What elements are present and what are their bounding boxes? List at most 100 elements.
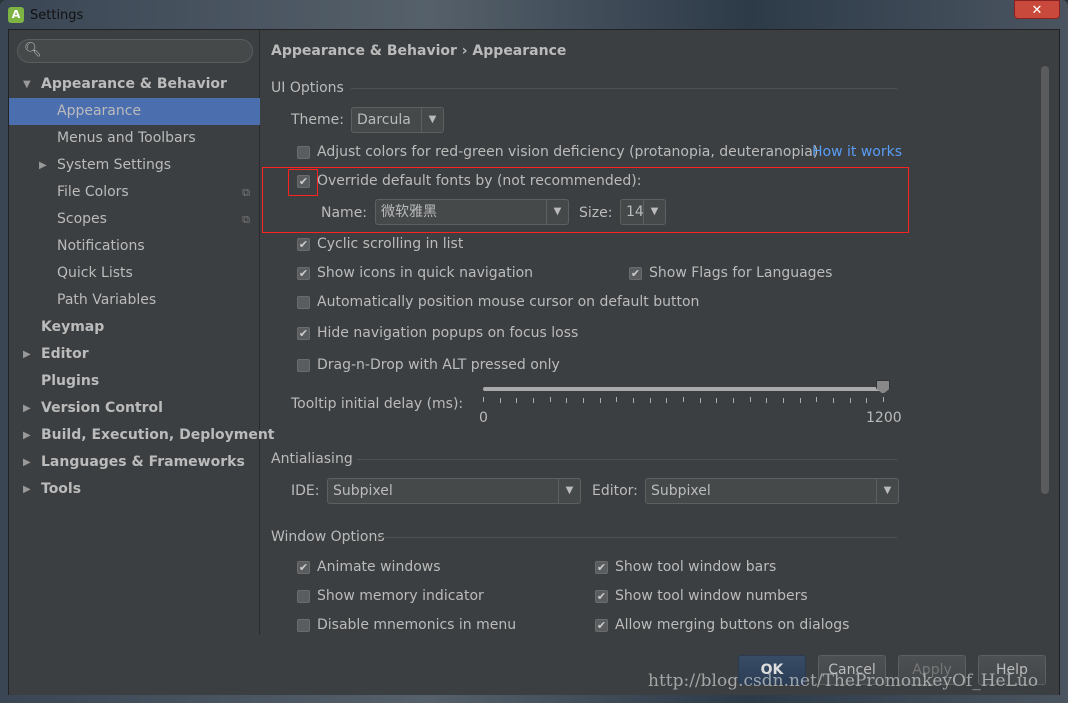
slider-tick (849, 398, 851, 403)
theme-value: Darcula (357, 112, 411, 128)
tooltip-delay-slider[interactable] (483, 387, 883, 391)
sidebar-item-label: Keymap (41, 319, 105, 335)
slider-tick (599, 398, 601, 403)
slider-tick (633, 398, 634, 403)
slider-tick (799, 398, 801, 403)
sidebar-item[interactable]: Plugins (9, 368, 260, 395)
slider-tick (783, 398, 784, 403)
show-icons-checkbox[interactable]: ✔ (297, 267, 310, 280)
theme-label: Theme: (291, 112, 345, 128)
sidebar-item[interactable]: ▶ System Settings (9, 152, 260, 179)
font-size-value: 14 (626, 204, 644, 220)
sidebar-item-label: Editor (41, 346, 89, 362)
collapsed-arrow-icon[interactable]: ▶ (23, 422, 31, 449)
hide-nav-checkbox[interactable]: ✔ (297, 327, 310, 340)
tool-bars-label: Show tool window bars (615, 559, 777, 575)
sidebar-item-label: Path Variables (57, 292, 157, 308)
search-input[interactable]: 🔍︎ (17, 39, 253, 63)
override-fonts-checkbox[interactable]: ✔ (297, 175, 310, 188)
watermark: http://blog.csdn.net/ThePromonkeyOf_HeLu… (648, 671, 1039, 691)
slider-tick (699, 398, 701, 403)
sidebar-item-label: Notifications (57, 238, 145, 254)
sidebar-item[interactable]: Notifications (9, 233, 260, 260)
sidebar-item-label: Appearance (57, 103, 142, 119)
sidebar-item-label: System Settings (57, 157, 172, 173)
slider-tick (766, 398, 768, 403)
font-size-label: Size: (579, 205, 613, 221)
chevron-down-icon: ▼ (546, 200, 568, 224)
tool-numbers-checkbox[interactable]: ✔ (595, 590, 608, 603)
show-flags-label: Show Flags for Languages (649, 265, 833, 281)
mnemonics-checkbox[interactable] (297, 619, 310, 632)
sidebar-item[interactable]: Menus and Toolbars (9, 125, 260, 152)
sidebar-item[interactable]: File Colors ⧉ (9, 179, 260, 206)
slider-tick (816, 397, 818, 402)
chevron-down-icon: ▼ (558, 479, 580, 503)
animate-checkbox[interactable]: ✔ (297, 561, 310, 574)
collapsed-arrow-icon[interactable]: ▶ (23, 341, 31, 368)
sidebar-item-label: Build, Execution, Deployment (41, 427, 275, 443)
cyclic-label: Cyclic scrolling in list (317, 236, 464, 252)
sidebar-item-label: Version Control (41, 400, 163, 416)
collapsed-arrow-icon[interactable]: ▶ (23, 449, 31, 476)
tooltip-delay-label: Tooltip initial delay (ms): (291, 396, 464, 412)
slider-tick (716, 398, 718, 403)
adjust-colors-label: Adjust colors for red-green vision defic… (317, 144, 819, 160)
breadcrumb: Appearance & Behavior › Appearance (271, 43, 567, 59)
sidebar-item[interactable]: Path Variables (9, 287, 260, 314)
sidebar-item[interactable]: ▼ Appearance & Behavior (9, 71, 260, 98)
appearance-panel: Appearance & Behavior › Appearance UI Op… (261, 30, 1051, 635)
how-it-works-link[interactable]: How it works (812, 144, 902, 160)
title-bar: A Settings (8, 4, 83, 26)
merging-checkbox[interactable]: ✔ (595, 619, 608, 632)
sidebar-item-label: File Colors (57, 184, 129, 200)
sidebar-item[interactable]: ▶ Version Control (9, 395, 260, 422)
sidebar-item-label: Plugins (41, 373, 100, 389)
drag-drop-checkbox[interactable] (297, 359, 310, 372)
sidebar-item[interactable]: Keymap (9, 314, 260, 341)
memory-label: Show memory indicator (317, 588, 484, 604)
collapsed-arrow-icon[interactable]: ▶ (23, 476, 31, 503)
collapsed-arrow-icon[interactable]: ▶ (23, 395, 31, 422)
auto-position-label: Automatically position mouse cursor on d… (317, 294, 700, 310)
settings-tree: ▼ Appearance & Behavior Appearance Menus an… (9, 71, 275, 503)
collapsed-arrow-icon[interactable]: ▶ (39, 152, 47, 179)
chevron-down-icon: ▼ (643, 200, 665, 224)
slider-tick (566, 398, 568, 403)
auto-position-checkbox[interactable] (297, 296, 310, 309)
sidebar-item[interactable]: ▶ Languages & Frameworks (9, 449, 260, 476)
ide-antialiasing-select[interactable]: Subpixel ▼ (327, 478, 581, 504)
close-button[interactable]: ✕ (1014, 0, 1060, 19)
sidebar-item[interactable]: Quick Lists (9, 260, 260, 287)
tool-bars-checkbox[interactable]: ✔ (595, 561, 608, 574)
sidebar-item-label: Languages & Frameworks (41, 454, 245, 470)
slider-tick (549, 397, 551, 402)
slider-tick (883, 397, 884, 402)
sidebar-item[interactable]: Scopes ⧉ (9, 206, 260, 233)
theme-select[interactable]: Darcula ▼ (351, 107, 444, 133)
show-flags-checkbox[interactable]: ✔ (629, 267, 642, 280)
slider-max-label: 1200 (866, 410, 902, 426)
sidebar-item[interactable]: ▶ Tools (9, 476, 260, 503)
expanded-arrow-icon[interactable]: ▼ (23, 71, 31, 98)
memory-checkbox[interactable] (297, 590, 310, 603)
slider-tick (649, 398, 651, 403)
editor-value: Subpixel (651, 483, 711, 499)
slider-tick (866, 398, 868, 403)
slider-thumb[interactable] (876, 380, 890, 394)
override-fonts-label: Override default fonts by (not recommend… (317, 173, 642, 189)
project-scope-icon: ⧉ (242, 213, 250, 226)
slider-tick (749, 397, 751, 402)
adjust-colors-checkbox[interactable] (297, 146, 310, 159)
font-size-select[interactable]: 14 ▼ (620, 199, 666, 225)
slider-min-label: 0 (479, 410, 488, 426)
sidebar-item[interactable]: ▶ Editor (9, 341, 260, 368)
font-name-select[interactable]: 微软雅黑 ▼ (375, 199, 569, 225)
cyclic-checkbox[interactable]: ✔ (297, 238, 310, 251)
scrollbar[interactable] (1041, 66, 1049, 494)
animate-label: Animate windows (317, 559, 441, 575)
sidebar-item[interactable]: ▶ Build, Execution, Deployment (9, 422, 275, 449)
editor-antialiasing-select[interactable]: Subpixel ▼ (645, 478, 899, 504)
sidebar-item[interactable]: Appearance (9, 98, 260, 125)
editor-label: Editor: (592, 483, 638, 499)
